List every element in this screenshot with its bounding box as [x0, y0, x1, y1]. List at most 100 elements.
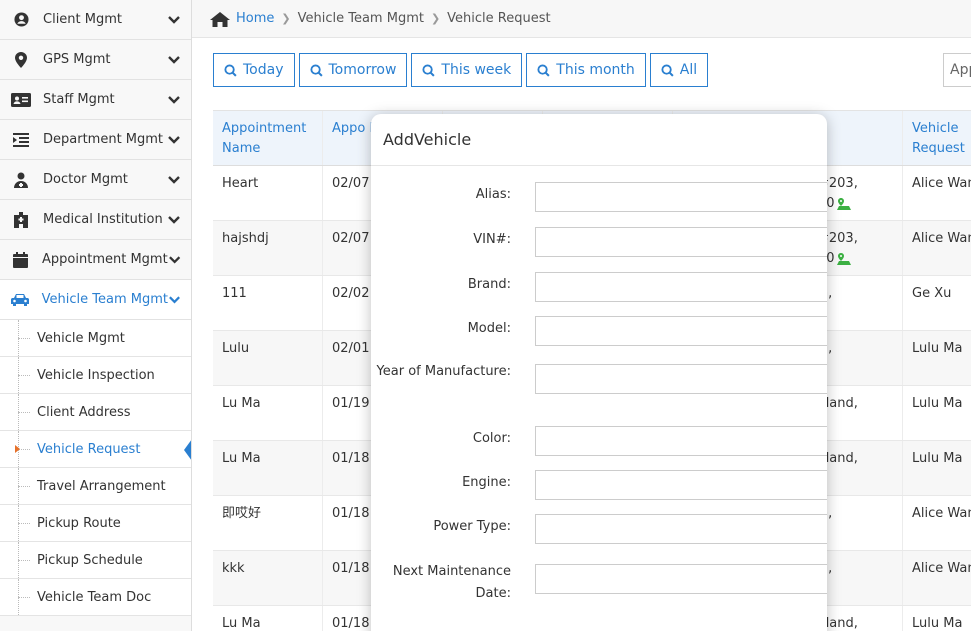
cell-appointment-name: Heart [213, 166, 323, 220]
submenu-item-pickup-schedule[interactable]: Pickup Schedule [0, 542, 191, 579]
indent-list-icon [11, 132, 31, 148]
button-label: This week [441, 62, 512, 78]
sidebar-item-label: GPS Mgmt [43, 52, 111, 67]
home-icon [210, 11, 230, 27]
cell-vehicle-request: Lulu Ma [912, 616, 963, 631]
field-label: Next Maintenance Date: [392, 564, 511, 601]
sidebar-item-label: Staff Mgmt [43, 92, 115, 107]
field-input[interactable] [535, 364, 827, 394]
submenu-item-vehicle-mgmt[interactable]: Vehicle Mgmt [0, 320, 191, 357]
submenu-item-label: Vehicle Team Doc [37, 589, 152, 605]
active-arrow-icon [15, 445, 20, 453]
field-input[interactable] [535, 470, 827, 500]
breadcrumb-level1[interactable]: Vehicle Team Mgmt [298, 11, 424, 26]
sidebar-item-client-mgmt[interactable]: Client Mgmt [0, 0, 191, 40]
submenu-item-client-address[interactable]: Client Address [0, 394, 191, 431]
search-icon [309, 63, 323, 77]
breadcrumb: Home ❯ Vehicle Team Mgmt ❯ Vehicle Reque… [192, 0, 971, 38]
cell-appointment-name: Lu Ma [213, 441, 323, 495]
map-marker-icon [11, 51, 31, 68]
field-input[interactable] [535, 514, 827, 544]
field-input[interactable] [535, 316, 827, 346]
chevron-down-icon [168, 95, 180, 104]
search-icon [537, 63, 550, 77]
breadcrumb-home[interactable]: Home [210, 11, 274, 27]
field-label: Alias: [475, 187, 511, 202]
submenu-item-travel-arrangement[interactable]: Travel Arrangement [0, 468, 191, 505]
sidebar-item-label: Medical Institution [43, 212, 163, 227]
tomorrow-button[interactable]: Tomorrow [298, 53, 408, 87]
field-input[interactable] [535, 426, 827, 456]
submenu-item-vehicle-inspection[interactable]: Vehicle Inspection [0, 357, 191, 394]
chevron-down-icon [168, 255, 180, 264]
today-button[interactable]: Today [213, 53, 295, 87]
add-vehicle-dialog: AddVehicle Alias: VIN#: Brand: Model: Year o… [371, 114, 827, 631]
search-input-text: App [950, 62, 971, 78]
column-header[interactable]: Appointment Name [213, 111, 323, 165]
address-line-1: yland, [818, 451, 858, 466]
chevron-down-icon [168, 175, 180, 184]
address-line-1: G, [818, 504, 893, 524]
sidebar-item-department-mgmt[interactable]: Department Mgmt [0, 120, 191, 160]
sidebar-item-label: Doctor Mgmt [43, 172, 128, 187]
chevron-down-icon [168, 215, 180, 224]
submenu-item-pickup-route[interactable]: Pickup Route [0, 505, 191, 542]
search-input[interactable]: App [943, 53, 971, 87]
cell-vehicle-request: Alice Wang [912, 506, 971, 521]
app-window: Client Mgmt GPS Mgmt Staff Mgmt Departme… [0, 0, 971, 631]
sidebar-item-medical-institution[interactable]: Medical Institution [0, 200, 191, 240]
cell-appointment-name: hajshdj [213, 221, 323, 275]
field-label: VIN#: [473, 232, 511, 247]
submenu-item-vehicle-team-doc[interactable]: Vehicle Team Doc [0, 579, 191, 616]
cell-appointment-name: 即哎好 [213, 496, 323, 550]
chevron-down-icon [168, 55, 180, 64]
sidebar-item-staff-mgmt[interactable]: Staff Mgmt [0, 80, 191, 120]
cell-vehicle-request: Ge Xu [912, 286, 952, 301]
filter-toolbar: Today Tomorrow This week This month All … [213, 53, 971, 87]
button-label: All [679, 62, 698, 78]
cell-vehicle-request: Lulu Ma [912, 451, 963, 466]
field-input[interactable] [535, 182, 827, 212]
submenu-item-vehicle-request[interactable]: Vehicle Request [0, 431, 191, 468]
address-line-2: 50 [818, 194, 893, 214]
sidebar-item-vehicle-team-mgmt[interactable]: Vehicle Team Mgmt [0, 280, 191, 320]
cell-vehicle-request: Lulu Ma [912, 341, 963, 356]
calendar-icon [11, 251, 30, 268]
chevron-right-icon: ❯ [281, 12, 291, 25]
sidebar-item-appointment-mgmt[interactable]: Appointment Mgmt [0, 240, 191, 280]
address-line-1: #203, [818, 231, 858, 246]
breadcrumb-home-label: Home [236, 11, 275, 26]
field-input[interactable] [535, 564, 827, 594]
hospital-icon [11, 211, 31, 228]
submenu-item-label: Vehicle Mgmt [37, 330, 125, 346]
all-button[interactable]: All [649, 53, 709, 87]
button-label: Tomorrow [328, 62, 397, 78]
dialog-title: AddVehicle [371, 114, 827, 166]
address-line-1: yland, [818, 396, 858, 411]
field-label: Brand: [467, 277, 511, 292]
field-input[interactable] [535, 272, 827, 302]
id-card-icon [11, 92, 31, 108]
submenu-item-label: Travel Arrangement [37, 478, 166, 494]
chevron-down-icon [169, 295, 180, 303]
address-line-1: G, [818, 339, 893, 359]
field-input[interactable] [535, 227, 827, 257]
button-label: This month [556, 62, 635, 78]
location-icon[interactable] [836, 252, 851, 265]
cell-vehicle-request: Alice Wang [912, 176, 971, 191]
column-header[interactable]: Vehicle Request [903, 111, 971, 165]
location-icon[interactable] [836, 197, 851, 210]
sidebar-item-doctor-mgmt[interactable]: Doctor Mgmt [0, 160, 191, 200]
sidebar-item-label: Department Mgmt [43, 132, 164, 147]
submenu-item-label: Pickup Schedule [37, 552, 143, 568]
active-indicator [184, 439, 191, 461]
submenu-item-label: Client Address [37, 404, 131, 420]
sidebar-item-gps-mgmt[interactable]: GPS Mgmt [0, 40, 191, 80]
this-month-button[interactable]: This month [526, 53, 646, 87]
user-circle-icon [11, 12, 31, 28]
search-icon [224, 63, 237, 77]
chevron-right-icon: ❯ [430, 12, 441, 25]
cell-appointment-name: Lu Ma [213, 386, 323, 440]
this-week-button[interactable]: This week [411, 53, 523, 87]
field-label: Color: [472, 431, 511, 446]
